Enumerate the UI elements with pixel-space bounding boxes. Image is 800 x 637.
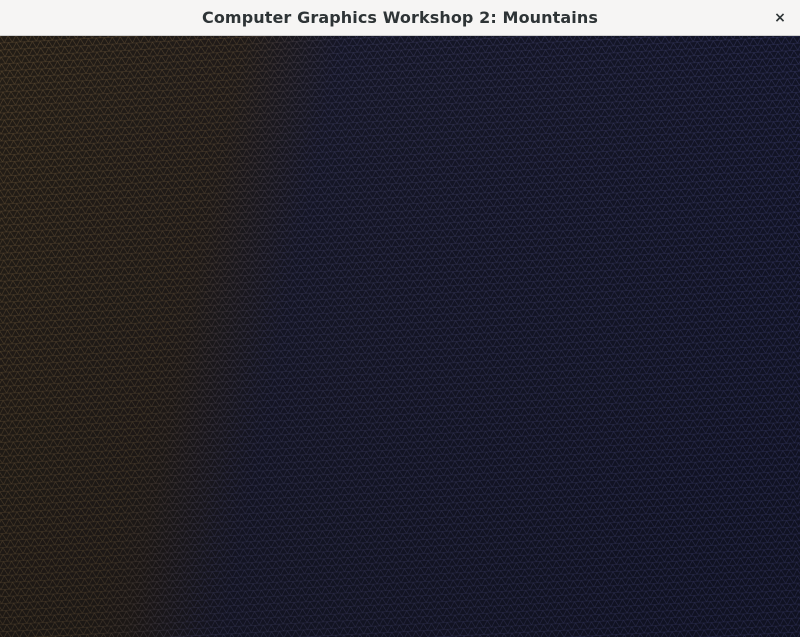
title-bar[interactable]: Computer Graphics Workshop 2: Mountains … [0,0,800,36]
terrain-mesh [0,36,800,637]
app-window: Computer Graphics Workshop 2: Mountains … [0,0,800,637]
render-viewport[interactable] [0,36,800,637]
window-title: Computer Graphics Workshop 2: Mountains [201,8,598,27]
close-button[interactable]: × [768,6,792,30]
close-icon: × [774,10,786,26]
